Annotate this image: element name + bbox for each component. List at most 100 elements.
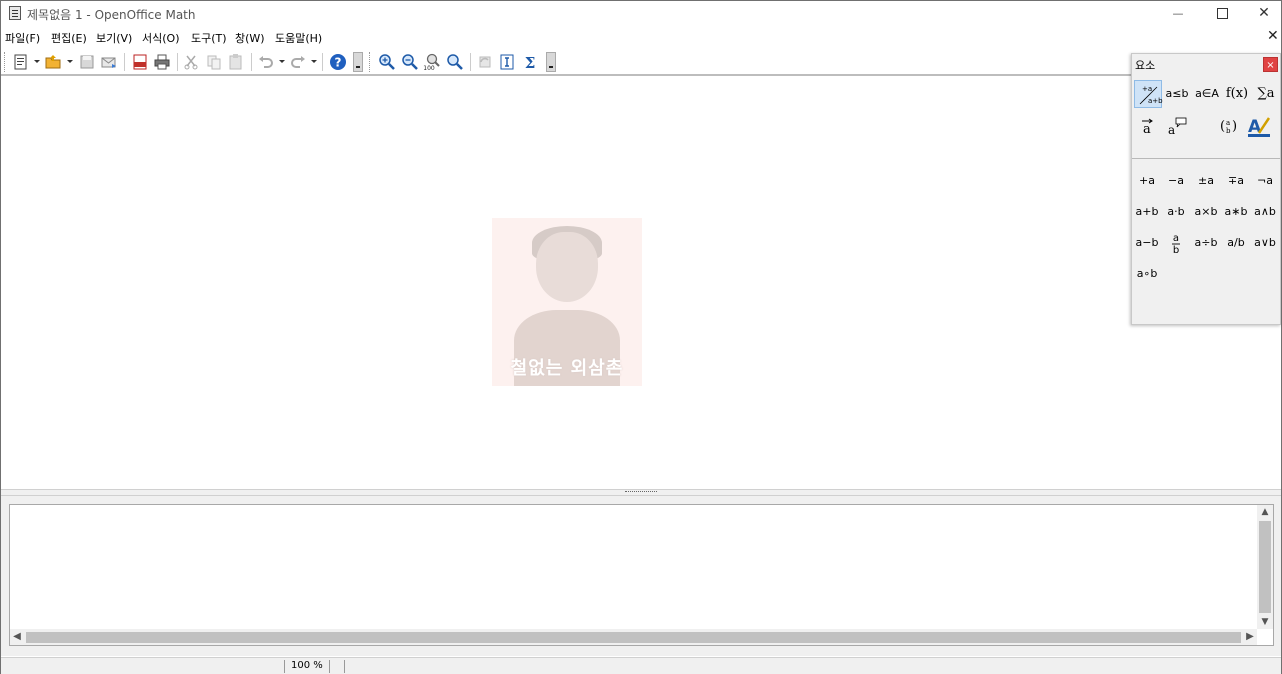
export-pdf-icon[interactable] <box>131 53 149 71</box>
vertical-scrollbar[interactable]: ▲ ▼ <box>1257 505 1273 629</box>
toolbar-separator <box>124 53 125 71</box>
elements-panel-title: 요소 <box>1135 59 1156 72</box>
op-a-circ-b[interactable]: a∘b <box>1132 260 1162 288</box>
open-dropdown-icon[interactable] <box>67 60 73 63</box>
new-document-icon[interactable] <box>12 53 30 71</box>
category-attributes[interactable]: a <box>1133 112 1161 140</box>
speech-bubble-icon: a <box>1168 117 1187 137</box>
status-bar: 100 % <box>1 657 1281 674</box>
undo-dropdown-icon[interactable] <box>279 60 285 63</box>
paste-icon[interactable] <box>227 53 245 71</box>
scroll-left-icon[interactable]: ◀ <box>10 629 24 645</box>
menu-help[interactable]: 도움말(H) <box>275 30 322 46</box>
op-a-ast-b[interactable]: a∗b <box>1221 198 1251 226</box>
toolbar-separator <box>470 53 471 71</box>
op-minusplus-a[interactable]: ∓a <box>1221 167 1251 195</box>
undo-icon[interactable] <box>257 53 275 71</box>
formula-view[interactable]: 철없는 외삼촌 <box>1 77 1281 489</box>
open-folder-icon[interactable] <box>44 53 62 71</box>
op-fraction[interactable]: a b <box>1161 229 1191 257</box>
toolbar-grip[interactable] <box>369 52 372 72</box>
toolbar-separator <box>322 53 323 71</box>
close-button[interactable]: ✕ <box>1241 1 1282 26</box>
cut-icon[interactable] <box>182 53 200 71</box>
category-set-operations[interactable]: a∈A <box>1193 80 1221 108</box>
pane-splitter[interactable] <box>1 489 1281 496</box>
menu-view[interactable]: 보기(V) <box>96 30 132 46</box>
category-brackets[interactable]: a <box>1163 112 1191 140</box>
op-plusminus-a[interactable]: ±a <box>1191 167 1221 195</box>
update-icon[interactable] <box>476 53 494 71</box>
svg-text:+a: +a <box>1142 85 1152 93</box>
vector-arrow-icon: a <box>1142 118 1153 137</box>
category-relations[interactable]: a≤b <box>1163 80 1191 108</box>
formula-command-input[interactable]: ▲ ▼ ◀ ▶ <box>9 504 1274 646</box>
toolbar-separator <box>177 53 178 71</box>
copy-icon[interactable] <box>205 53 223 71</box>
symbols-icon[interactable]: Σ <box>521 53 539 71</box>
menu-window[interactable]: 창(W) <box>235 30 265 46</box>
standard-toolbar: ? 100 Σ <box>1 48 1131 76</box>
send-mail-icon[interactable] <box>100 53 118 71</box>
status-separator <box>284 660 285 673</box>
op-plus-a[interactable]: +a <box>1132 167 1162 195</box>
menu-tools[interactable]: 도구(T) <box>191 30 227 46</box>
op-a-plus-b[interactable]: a+b <box>1132 198 1162 226</box>
op-not-a[interactable]: ¬a <box>1250 167 1280 195</box>
formula-cursor-icon[interactable] <box>498 53 516 71</box>
toolbar-overflow-button[interactable] <box>546 52 556 72</box>
watermark-image: 철없는 외삼촌 <box>492 218 642 386</box>
op-a-times-b[interactable]: a×b <box>1191 198 1221 226</box>
menu-format[interactable]: 서식(O) <box>142 30 179 46</box>
category-operators[interactable]: ∑a <box>1252 80 1280 108</box>
svg-text:b: b <box>1173 245 1179 256</box>
category-others[interactable]: A <box>1245 112 1273 140</box>
watermark-face <box>536 232 598 302</box>
menu-edit[interactable]: 편집(E) <box>51 30 87 46</box>
category-functions[interactable]: f(x) <box>1223 80 1251 108</box>
print-icon[interactable] <box>153 53 171 71</box>
op-a-and-b[interactable]: a∧b <box>1250 198 1280 226</box>
redo-dropdown-icon[interactable] <box>311 60 317 63</box>
op-a-or-b[interactable]: a∨b <box>1250 229 1280 257</box>
show-all-icon[interactable] <box>446 53 464 71</box>
menu-file[interactable]: 파일(F) <box>5 30 40 46</box>
toolbar-overflow-button[interactable] <box>353 52 363 72</box>
minimize-icon: — <box>1172 7 1184 20</box>
elements-panel: 요소 × +a a+b a≤b a∈A f(x) ∑a a a ( a b ) <box>1131 53 1281 325</box>
op-a-slash-b[interactable]: a/b <box>1221 229 1251 257</box>
redo-icon[interactable] <box>289 53 307 71</box>
minimize-button[interactable]: — <box>1155 1 1201 26</box>
maximize-button[interactable] <box>1199 1 1245 26</box>
zoom-out-icon[interactable] <box>401 53 419 71</box>
vertical-scroll-thumb[interactable] <box>1259 521 1271 613</box>
elements-close-icon[interactable]: × <box>1263 57 1278 72</box>
matrix-icon: ( a b ) <box>1220 119 1237 135</box>
op-a-div-b[interactable]: a÷b <box>1191 229 1221 257</box>
category-formats[interactable]: ( a b ) <box>1215 112 1243 140</box>
svg-text:(: ( <box>1220 119 1225 134</box>
zoom-100-icon[interactable]: 100 <box>423 53 441 71</box>
op-a-cdot-b[interactable]: a·b <box>1161 198 1191 226</box>
op-minus-a[interactable]: −a <box>1161 167 1191 195</box>
document-close-icon[interactable]: ✕ <box>1267 28 1279 44</box>
svg-text:Σ: Σ <box>525 54 536 71</box>
status-separator <box>329 660 330 673</box>
menu-bar: 파일(F) 편집(E) 보기(V) 서식(O) 도구(T) 창(W) 도움말(H… <box>1 27 1281 47</box>
help-icon[interactable]: ? <box>329 53 347 71</box>
new-dropdown-icon[interactable] <box>34 60 40 63</box>
splitter-grip-icon[interactable] <box>625 491 657 495</box>
op-a-minus-b[interactable]: a−b <box>1132 229 1162 257</box>
horizontal-scrollbar[interactable]: ◀ ▶ <box>10 629 1257 645</box>
category-unary-binary[interactable]: +a a+b <box>1134 80 1163 108</box>
toolbar-grip[interactable] <box>4 52 7 72</box>
scroll-up-icon[interactable]: ▲ <box>1257 505 1273 519</box>
title-bar: 제목없음 1 - OpenOffice Math — ✕ <box>1 1 1281 26</box>
svg-text:): ) <box>1232 119 1237 134</box>
zoom-in-icon[interactable] <box>378 53 396 71</box>
save-icon[interactable] <box>78 53 96 71</box>
zoom-level[interactable]: 100 % <box>291 660 323 671</box>
horizontal-scroll-thumb[interactable] <box>26 632 1241 643</box>
scroll-right-icon[interactable]: ▶ <box>1243 629 1257 645</box>
scroll-down-icon[interactable]: ▼ <box>1257 615 1273 629</box>
